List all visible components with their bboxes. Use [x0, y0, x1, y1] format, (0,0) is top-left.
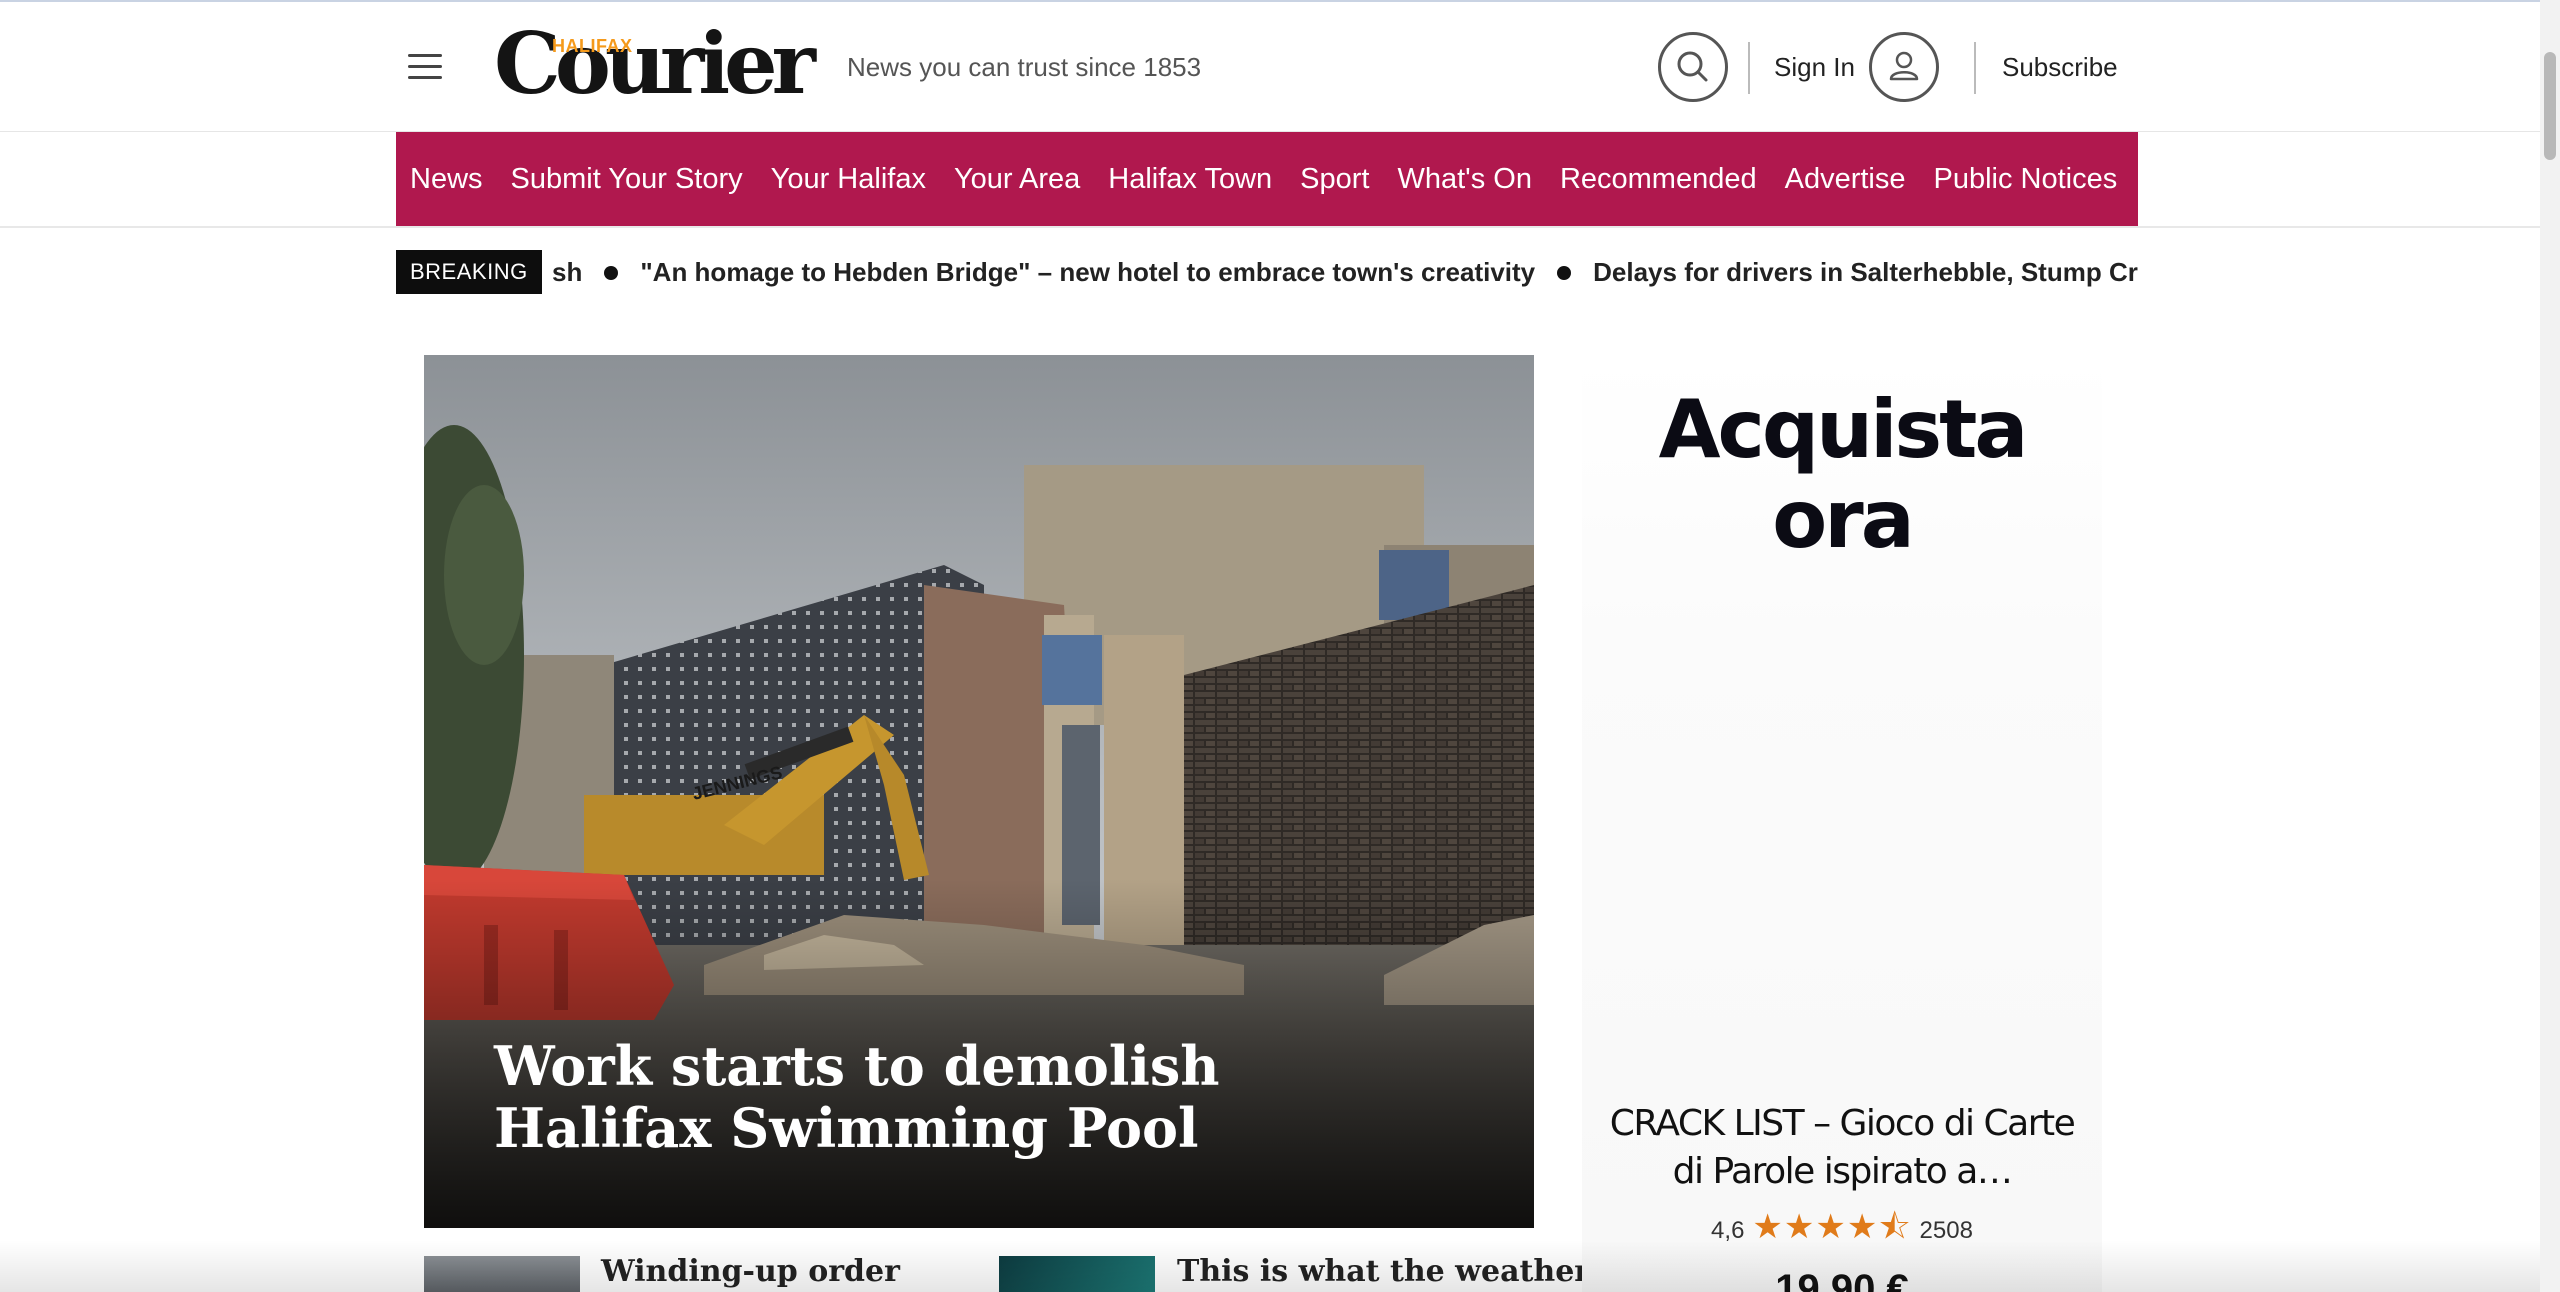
story-thumbnail[interactable]	[424, 1256, 580, 1292]
breaking-ticker: sh "An homage to Hebden Bridge" – new hot…	[552, 250, 2138, 294]
ticker-item[interactable]: "An homage to Hebden Bridge" – new hotel…	[640, 257, 1535, 287]
menu-icon[interactable]	[408, 54, 442, 80]
ad-headline-line: ora	[1772, 473, 1914, 566]
header-divider	[1974, 42, 1976, 94]
nav-item-recommended[interactable]: Recommended	[1560, 163, 1757, 196]
breaking-badge: BREAKING	[396, 250, 542, 294]
nav-bar: News Submit Your Story Your Halifax Your…	[0, 132, 2540, 228]
ticker-item[interactable]: Delays for drivers in Salterhebble, Stum…	[1593, 257, 2138, 287]
story-headline[interactable]: Winding-up order	[601, 1254, 900, 1289]
account-button[interactable]	[1869, 32, 1939, 102]
nav-item-halifax-town[interactable]: Halifax Town	[1108, 163, 1272, 196]
logo-kicker: HALIFAX	[552, 36, 633, 56]
sign-in-link[interactable]: Sign In	[1774, 52, 1855, 83]
ad-price: 19,90 €	[1775, 1267, 1909, 1292]
search-button[interactable]	[1658, 32, 1728, 102]
nav-item-submit-your-story[interactable]: Submit Your Story	[511, 163, 743, 196]
vertical-scrollbar[interactable]	[2540, 0, 2560, 1292]
breaking-news-bar: BREAKING sh "An homage to Hebden Bridge" …	[396, 250, 2138, 294]
review-count: 2508	[1919, 1217, 1973, 1244]
star-rating-icon: ★★★★⯪	[1752, 1207, 1912, 1246]
hero-story[interactable]: JENNINGS Work starts to demolish Halifax…	[424, 355, 1534, 1228]
nav-item-sport[interactable]: Sport	[1300, 163, 1369, 196]
ad-product-title[interactable]: CRACK LIST – Gioco di Carte di Parole is…	[1602, 1100, 2082, 1196]
rating-value: 4,6	[1711, 1217, 1745, 1244]
search-icon	[1677, 51, 1708, 82]
ad-rating: 4,6 ★★★★⯪ 2508	[1582, 1208, 2102, 1251]
scrollbar-thumb[interactable]	[2544, 52, 2556, 160]
bullet-icon	[604, 265, 619, 280]
header-divider	[1748, 42, 1750, 94]
nav-item-news[interactable]: News	[410, 163, 483, 196]
user-icon	[1889, 51, 1919, 81]
nav-item-whats-on[interactable]: What's On	[1397, 163, 1531, 196]
ad-headline-line: Acquista	[1658, 383, 2029, 476]
advertisement[interactable]: Acquista ora CRACK LIST – Gioco di Carte…	[1582, 355, 2102, 1292]
site-header: Courier HALIFAX News you can trust since…	[0, 2, 2540, 132]
story-thumbnail[interactable]	[999, 1256, 1155, 1292]
site-tagline: News you can trust since 1853	[847, 52, 1202, 82]
main-nav: News Submit Your Story Your Halifax Your…	[396, 132, 2138, 226]
site-logo[interactable]: Courier HALIFAX	[494, 22, 816, 108]
nav-item-advertise[interactable]: Advertise	[1785, 163, 1906, 196]
nav-item-your-halifax[interactable]: Your Halifax	[771, 163, 926, 196]
subscribe-link[interactable]: Subscribe	[2002, 52, 2118, 83]
story-headline[interactable]: This is what the weather	[1177, 1254, 1590, 1289]
bullet-icon	[1557, 265, 1572, 280]
ticker-item[interactable]: sh	[552, 257, 582, 287]
logo-wordmark: Courier	[494, 14, 816, 113]
nav-item-your-area[interactable]: Your Area	[954, 163, 1080, 196]
nav-item-public-notices[interactable]: Public Notices	[1934, 163, 2118, 196]
hero-headline[interactable]: Work starts to demolish Halifax Swimming…	[494, 1035, 1454, 1159]
ad-headline: Acquista ora	[1582, 385, 2102, 565]
